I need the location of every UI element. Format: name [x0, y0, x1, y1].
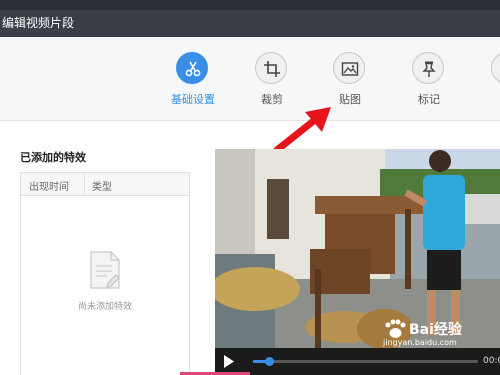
pin-icon [412, 52, 444, 84]
watermark-text: Bai经验 [409, 322, 462, 338]
paw-logo [385, 319, 406, 338]
column-header-type: 类型 [92, 182, 112, 193]
crop-icon [255, 52, 287, 84]
unknown-icon [491, 52, 500, 84]
column-divider [84, 173, 85, 195]
tool-label: 二 [478, 91, 500, 107]
progress-handle[interactable] [264, 357, 274, 366]
baidu-watermark: Bai经验 jingyan.baidu.com [375, 319, 495, 349]
player-controls: 00:0 [215, 348, 500, 375]
video-player[interactable]: Bai经验 jingyan.baidu.com 00:0 [215, 149, 500, 375]
toolbar: 基础设置 裁剪 贴图 标记 二 [0, 37, 500, 121]
tool-mark[interactable]: 标记 [399, 52, 459, 112]
title-bar: 编辑视频片段 [0, 10, 500, 37]
play-icon[interactable] [223, 355, 235, 368]
empty-state-text: 尚未添加特效 [77, 302, 132, 312]
tool-label: 标记 [418, 93, 440, 106]
time-display: 00:0 [483, 356, 500, 366]
image-icon [333, 52, 365, 84]
empty-document-icon [90, 251, 120, 289]
progress-bar[interactable] [253, 357, 478, 366]
effects-panel-title: 已添加的特效 [20, 151, 86, 164]
window-title: 编辑视频片段 [2, 16, 75, 30]
tool-basic-settings[interactable]: 基础设置 [163, 52, 223, 112]
tool-sticker[interactable]: 贴图 [320, 52, 380, 112]
tool-label: 基础设置 [171, 93, 215, 106]
effects-table: 出现时间 类型 尚未添加特效 [20, 172, 190, 375]
scissors-icon [176, 52, 208, 84]
column-header-time: 出现时间 [29, 182, 69, 193]
tool-crop[interactable]: 裁剪 [242, 52, 302, 112]
top-frame [0, 0, 500, 10]
table-header: 出现时间 类型 [21, 173, 189, 196]
tool-more[interactable]: 二 [478, 52, 500, 112]
watermark-url: jingyan.baidu.com [383, 338, 457, 347]
